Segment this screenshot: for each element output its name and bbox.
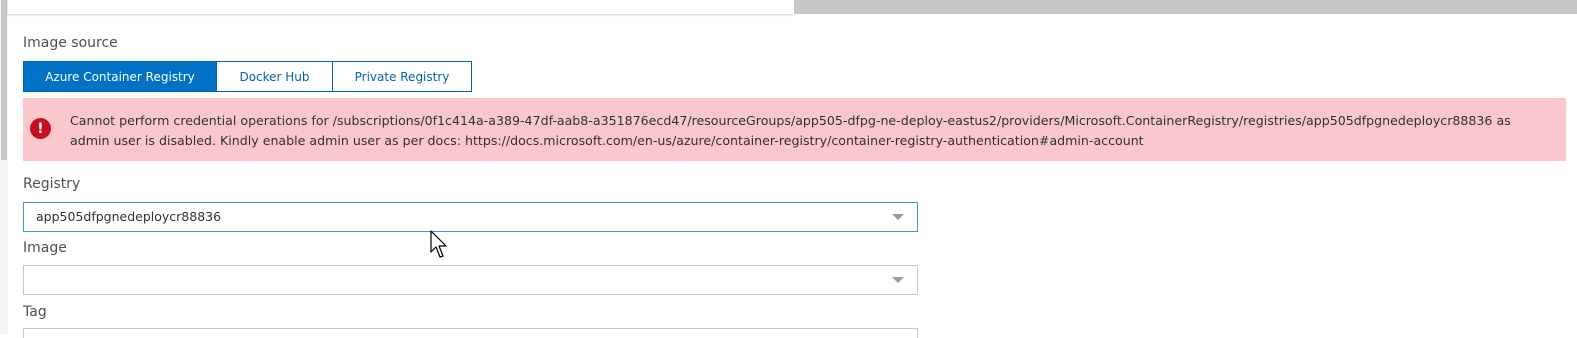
chevron-down-icon [892, 214, 904, 220]
chevron-down-icon [892, 277, 904, 283]
registry-dropdown-value: app505dfpgnedeploycr88836 [36, 209, 222, 224]
image-source-tabs: Azure Container Registry Docker Hub Priv… [23, 61, 472, 92]
tab-private-registry[interactable]: Private Registry [333, 61, 472, 92]
scrollbar-thumb[interactable] [1, 0, 7, 160]
image-label: Image [23, 240, 67, 256]
mouse-pointer-icon [430, 230, 447, 258]
tab-docker-hub[interactable]: Docker Hub [217, 61, 333, 92]
registry-dropdown[interactable]: app505dfpgnedeploycr88836 [23, 202, 918, 232]
top-panel-edge [8, 0, 794, 14]
left-scrollbar[interactable] [0, 0, 8, 334]
image-source-label: Image source [23, 35, 118, 51]
error-banner: ! Cannot perform credential operations f… [23, 98, 1566, 161]
tab-azure-container-registry[interactable]: Azure Container Registry [23, 61, 217, 92]
error-exclamation-icon: ! [30, 118, 51, 139]
tag-label: Tag [23, 304, 47, 320]
tag-input[interactable] [23, 328, 918, 338]
error-message: Cannot perform credential operations for… [70, 113, 1511, 148]
image-dropdown[interactable] [23, 265, 918, 295]
registry-label: Registry [23, 176, 81, 192]
top-gray-region [794, 0, 1577, 14]
